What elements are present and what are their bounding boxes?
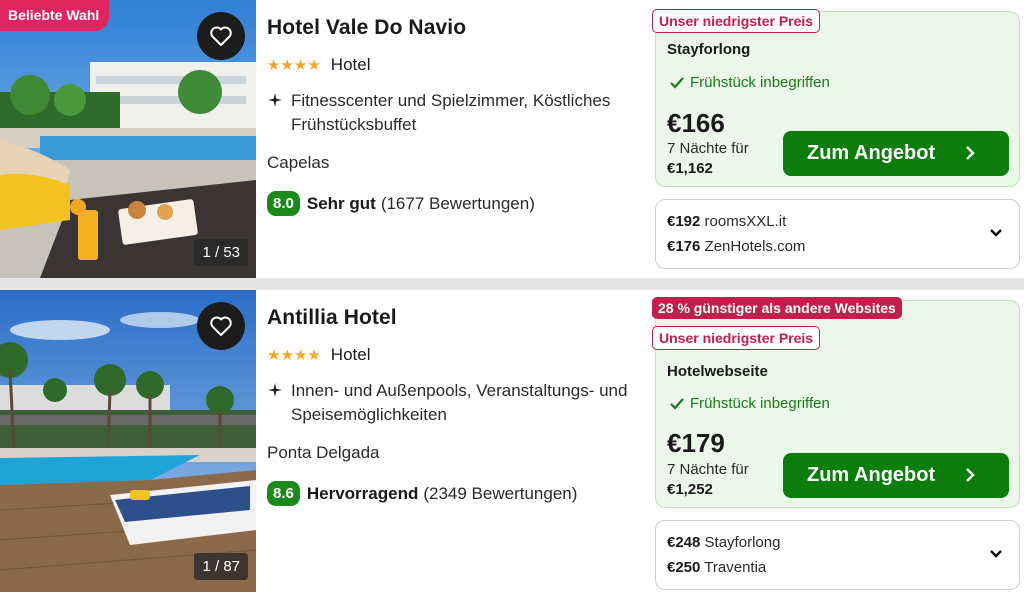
other-offer-site: Stayforlong: [704, 534, 781, 551]
other-offer-price: €176: [667, 238, 701, 255]
sparkle-icon: [267, 89, 291, 137]
review-count[interactable]: (1677 Bewertungen): [381, 194, 535, 214]
other-offer-row: €248 Stayforlong: [667, 534, 780, 551]
lowest-price-tag: Unser niedrigster Preis: [652, 326, 821, 350]
other-offers-box[interactable]: €192 roomsXXL.it €176 ZenHotels.com: [655, 199, 1020, 269]
favorite-button[interactable]: [197, 302, 245, 350]
amenities-text: Fitnesscenter und Spielzimmer, Köstliche…: [291, 91, 611, 134]
offer-price: €166: [667, 108, 725, 138]
photo-counter: 1 / 87: [194, 553, 248, 580]
other-offers-box[interactable]: €248 Stayforlong €250 Traventia: [655, 520, 1020, 590]
hotel-info: Hotel Vale Do Navio ★★★★ Hotel Fitnessce…: [267, 0, 647, 216]
hotel-location: Capelas: [267, 153, 330, 172]
total-price: €1,162: [667, 160, 713, 177]
best-offer-box[interactable]: 28 % günstiger als andere Websites Unser…: [652, 297, 1020, 508]
offer-price: €179: [667, 428, 725, 458]
view-deal-label: Zum Angebot: [807, 142, 936, 164]
view-deal-button[interactable]: Zum Angebot: [783, 131, 1009, 176]
breakfast-included: Frühstück inbegriffen: [690, 74, 830, 91]
hotel-location: Ponta Delgada: [267, 443, 380, 462]
best-offer-box[interactable]: Unser niedrigster Preis Stayforlong Früh…: [652, 9, 1020, 187]
nights-label: 7 Nächte für: [667, 140, 749, 157]
offer-provider: Stayforlong: [667, 41, 751, 58]
other-offer-price: €248: [667, 534, 701, 551]
checkmark-icon: [670, 76, 684, 89]
rating-label: Hervorragend: [306, 483, 419, 503]
hotel-photo[interactable]: 1 / 87: [0, 290, 256, 592]
checkmark-icon: [670, 397, 684, 410]
hotel-card: Beliebte Wahl 1 / 53 Hotel Vale Do Navio…: [0, 0, 1024, 278]
chevron-right-icon: [966, 146, 975, 160]
property-type: Hotel: [330, 55, 371, 74]
heart-outline-icon: [210, 316, 232, 336]
hotel-name[interactable]: Hotel Vale Do Navio: [267, 16, 647, 40]
hotel-info: Antillia Hotel ★★★★ Hotel Innen- und Auß…: [267, 290, 647, 506]
nights-label: 7 Nächte für: [667, 461, 749, 478]
view-deal-label: Zum Angebot: [807, 464, 936, 486]
rating-score: 8.6: [267, 481, 300, 506]
lowest-price-tag: Unser niedrigster Preis: [652, 9, 821, 33]
review-count[interactable]: (2349 Bewertungen): [423, 484, 577, 504]
total-price: €1,252: [667, 481, 713, 498]
rating-score: 8.0: [267, 191, 300, 216]
other-offer-site: roomsXXL.it: [704, 213, 787, 230]
other-offer-row: €176 ZenHotels.com: [667, 238, 805, 255]
star-rating: ★★★★: [267, 57, 321, 74]
other-offer-site: ZenHotels.com: [704, 238, 806, 255]
rating-label: Sehr gut: [306, 193, 376, 213]
other-offer-row: €192 roomsXXL.it: [667, 213, 786, 230]
offer-provider: Hotelwebseite: [667, 363, 768, 380]
other-offer-site: Traventia: [704, 559, 767, 576]
chevron-down-icon[interactable]: [989, 549, 1003, 559]
cheaper-tag: 28 % günstiger als andere Websites: [652, 297, 902, 319]
other-offer-price: €250: [667, 559, 701, 576]
heart-outline-icon: [210, 26, 232, 46]
hotel-card: 1 / 87 Antillia Hotel ★★★★ Hotel Innen- …: [0, 290, 1024, 592]
favorite-button[interactable]: [197, 12, 245, 60]
breakfast-included: Frühstück inbegriffen: [690, 395, 830, 412]
popular-badge: Beliebte Wahl: [0, 0, 110, 31]
other-offer-price: €192: [667, 213, 701, 230]
star-rating: ★★★★: [267, 347, 321, 364]
hotel-name[interactable]: Antillia Hotel: [267, 306, 647, 330]
hotel-photo[interactable]: Beliebte Wahl 1 / 53: [0, 0, 256, 278]
chevron-right-icon: [966, 468, 975, 482]
sparkle-icon: [267, 379, 291, 427]
view-deal-button[interactable]: Zum Angebot: [783, 453, 1009, 498]
photo-counter: 1 / 53: [194, 239, 248, 266]
property-type: Hotel: [330, 345, 371, 364]
amenities-text: Innen- und Außenpools, Veranstaltungs- u…: [291, 381, 628, 424]
chevron-down-icon[interactable]: [989, 228, 1003, 238]
other-offer-row: €250 Traventia: [667, 559, 766, 576]
